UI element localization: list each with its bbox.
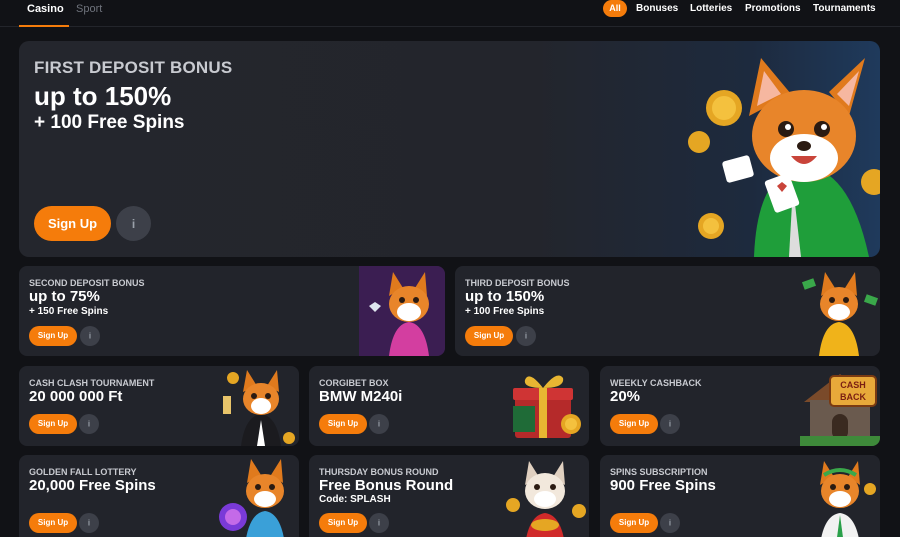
filter-lotteries[interactable]: Lotteries: [690, 3, 732, 14]
corgi-mascot-illustration: [223, 370, 295, 446]
promo-subline: + 100 Free Spins: [465, 306, 545, 317]
corgi-mascot-illustration: [820, 461, 876, 537]
promo-kicker: GOLDEN FALL LOTTERY: [29, 467, 137, 477]
filter-promotions[interactable]: Promotions: [745, 3, 801, 14]
spins-subscription-card[interactable]: SPINS SUBSCRIPTION 900 Free Spins Sign U…: [600, 455, 880, 537]
corgi-mascot-illustration: [359, 266, 445, 356]
promo-kicker: THURSDAY BONUS ROUND: [319, 467, 439, 477]
corgi-mascot-illustration: [688, 58, 880, 257]
sign-up-button[interactable]: Sign Up: [319, 414, 367, 434]
info-icon[interactable]: [516, 326, 536, 346]
corgibet-box-card[interactable]: CORGIBET BOX BMW M240i Sign Up: [309, 366, 589, 446]
tab-casino[interactable]: Casino: [27, 3, 64, 15]
sign-up-button[interactable]: Sign Up: [29, 513, 77, 533]
svg-text:CASH: CASH: [840, 380, 866, 390]
tab-sport[interactable]: Sport: [76, 3, 102, 15]
info-icon[interactable]: [79, 513, 99, 533]
top-navigation: Casino Sport All Bonuses Lotteries Promo…: [0, 0, 900, 27]
info-icon[interactable]: [369, 414, 389, 434]
info-icon[interactable]: [116, 206, 151, 241]
filter-tournaments[interactable]: Tournaments: [813, 3, 876, 14]
cash-clash-tournament-card[interactable]: CASH CLASH TOURNAMENT 20 000 000 Ft Sign…: [19, 366, 299, 446]
sign-up-button[interactable]: Sign Up: [319, 513, 367, 533]
promo-headline: up to 150%: [465, 288, 545, 305]
svg-text:BACK: BACK: [840, 392, 866, 402]
promo-kicker: FIRST DEPOSIT BONUS: [34, 58, 233, 77]
info-icon[interactable]: [80, 326, 100, 346]
promo-headline: 900 Free Spins: [610, 477, 716, 494]
filter-bonuses[interactable]: Bonuses: [636, 3, 678, 14]
promo-kicker: CASH CLASH TOURNAMENT: [29, 378, 155, 388]
promo-code: Code: SPLASH: [319, 494, 391, 505]
sign-up-button[interactable]: Sign Up: [34, 206, 111, 241]
thursday-bonus-round-card[interactable]: THURSDAY BONUS ROUND Free Bonus Round Co…: [309, 455, 589, 537]
promo-kicker: CORGIBET BOX: [319, 378, 389, 388]
second-deposit-bonus-card[interactable]: SECOND DEPOSIT BONUS up to 75% + 150 Fre…: [19, 266, 445, 356]
promo-headline: 20%: [610, 388, 641, 405]
corgi-mascot-illustration: [506, 461, 586, 537]
third-deposit-bonus-card[interactable]: THIRD DEPOSIT BONUS up to 150% + 100 Fre…: [455, 266, 880, 356]
promo-headline: 20,000 Free Spins: [29, 477, 156, 494]
corgi-mascot-illustration: [801, 272, 879, 356]
sign-up-button[interactable]: Sign Up: [465, 326, 513, 346]
promo-subline: + 100 Free Spins: [34, 112, 185, 133]
sign-up-button[interactable]: Sign Up: [610, 414, 658, 434]
promo-subline: + 150 Free Spins: [29, 306, 109, 317]
weekly-cashback-card[interactable]: WEEKLY CASHBACK 20% Sign Up CASH BACK: [600, 366, 880, 446]
sign-up-button[interactable]: Sign Up: [29, 414, 77, 434]
corgi-mascot-illustration: [219, 459, 284, 537]
promo-kicker: SPINS SUBSCRIPTION: [610, 467, 708, 477]
promo-kicker: SECOND DEPOSIT BONUS: [29, 278, 145, 288]
info-icon[interactable]: [369, 513, 389, 533]
first-deposit-bonus-banner[interactable]: FIRST DEPOSIT BONUS up to 150% + 100 Fre…: [19, 41, 880, 257]
info-icon[interactable]: [79, 414, 99, 434]
promo-headline: Free Bonus Round: [319, 477, 454, 494]
promo-kicker: WEEKLY CASHBACK: [610, 378, 702, 388]
sign-up-button[interactable]: Sign Up: [29, 326, 77, 346]
cashback-house-icon: CASH BACK: [800, 374, 880, 446]
promo-headline: BMW M240i: [319, 388, 403, 405]
info-icon[interactable]: [660, 513, 680, 533]
gift-box-icon: [513, 375, 581, 438]
filter-all[interactable]: All: [603, 0, 627, 17]
sign-up-button[interactable]: Sign Up: [610, 513, 658, 533]
promo-kicker: THIRD DEPOSIT BONUS: [465, 278, 570, 288]
promo-headline: up to 75%: [29, 288, 100, 305]
promo-headline: 20 000 000 Ft: [29, 388, 123, 405]
info-icon[interactable]: [660, 414, 680, 434]
golden-fall-lottery-card[interactable]: GOLDEN FALL LOTTERY 20,000 Free Spins Si…: [19, 455, 299, 537]
promo-headline: up to 150%: [34, 81, 172, 111]
active-tab-indicator: [19, 25, 69, 27]
